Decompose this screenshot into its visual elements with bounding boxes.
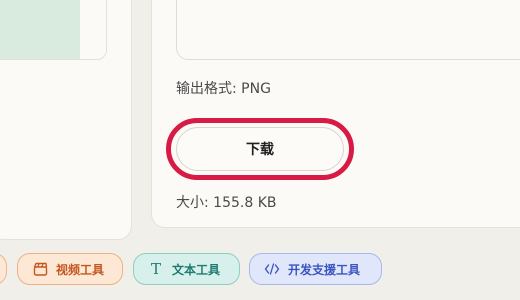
chip-label: 视频工具 (56, 262, 105, 277)
code-brackets-icon (264, 261, 280, 277)
file-size-label: 大小: 155.8 KB (176, 195, 277, 211)
output-format-label: 输出格式: PNG (176, 81, 271, 97)
left-image-preview (0, 0, 107, 60)
category-chip-dev-tools[interactable]: 开发支援工具 (249, 253, 382, 285)
category-chip-text-tools[interactable]: T 文本工具 (133, 253, 240, 285)
output-image-preview (176, 0, 520, 60)
chip-label: 文本工具 (172, 262, 221, 277)
chip-label: 开发支援工具 (288, 262, 361, 277)
left-preview-fill (0, 0, 80, 59)
download-button[interactable]: 下载 (176, 127, 344, 171)
category-chip-partial[interactable] (0, 253, 7, 285)
text-t-icon: T (150, 260, 161, 278)
video-clapper-icon (32, 261, 48, 277)
category-chip-video-tools[interactable]: 视频工具 (17, 253, 123, 285)
